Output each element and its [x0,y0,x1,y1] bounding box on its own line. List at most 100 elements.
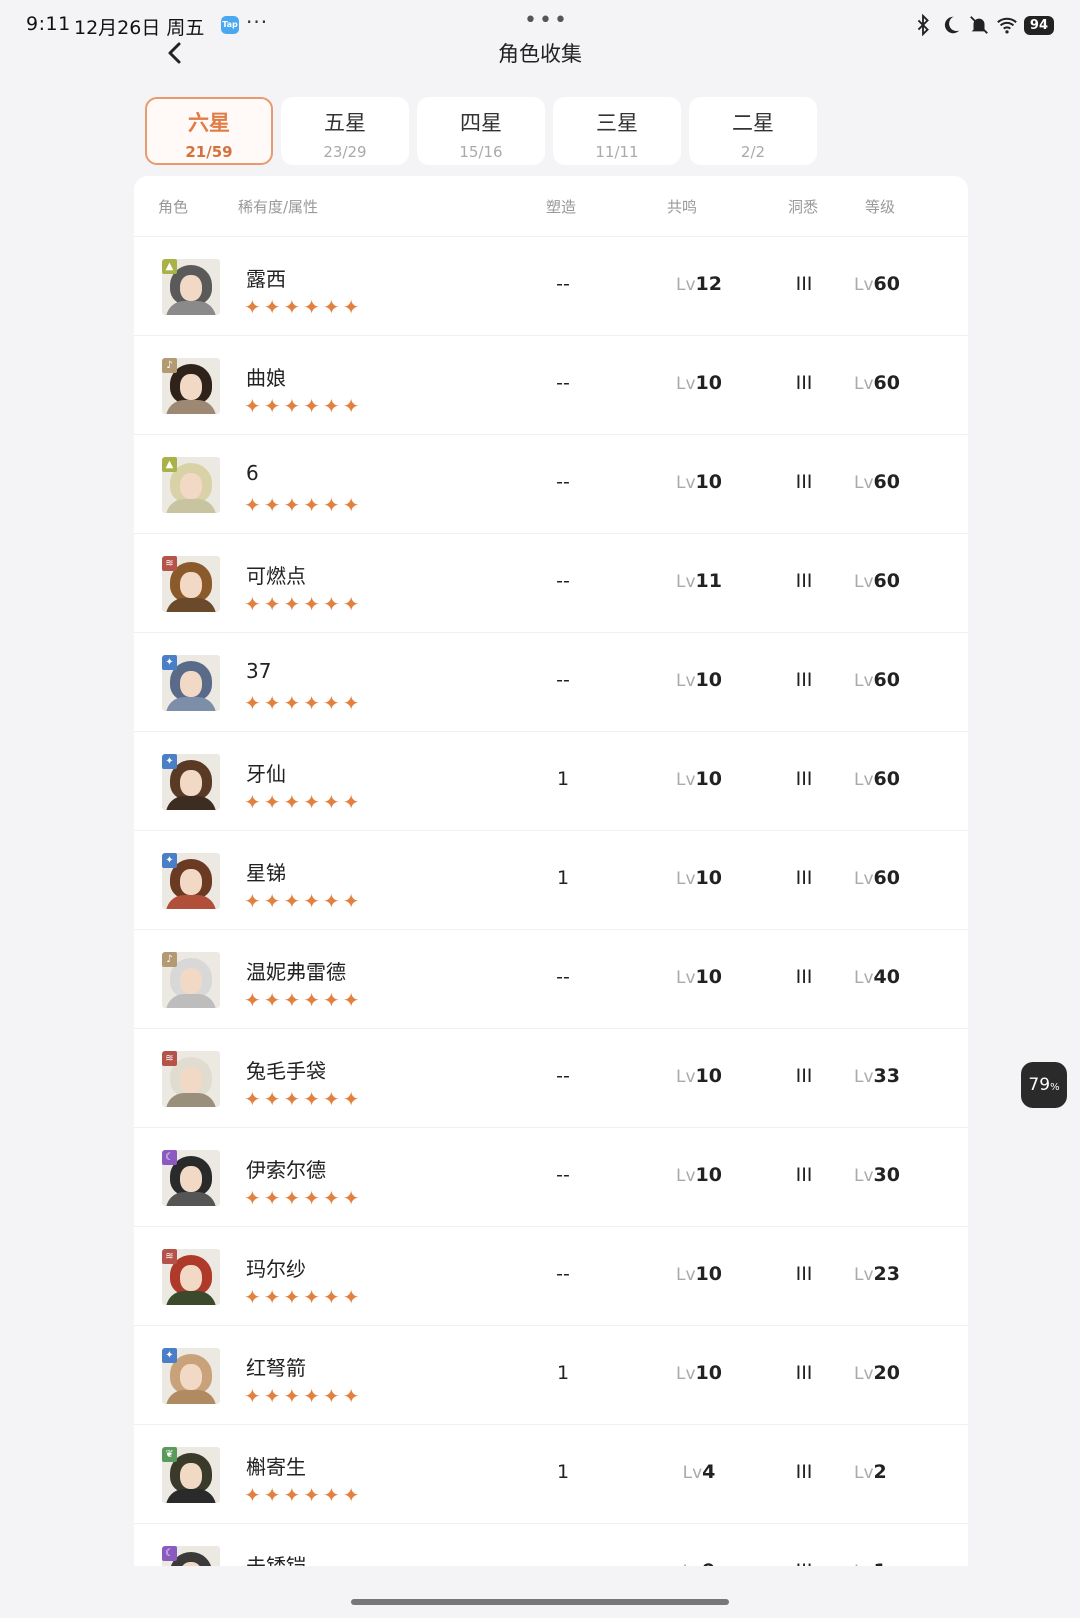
resonance-value: 10 [695,1164,722,1186]
portrait-body [166,697,216,711]
resonance-value: 10 [695,966,722,988]
tab-label: 五星 [324,111,366,135]
level-value: 60 [873,372,900,394]
resonance-value: 10 [695,669,722,691]
portrait-face [180,275,202,301]
lv-prefix: Lv [676,1364,696,1384]
resonance-value: 10 [695,372,722,394]
insight-value: III [769,1560,839,1566]
rarity-stars: ✦✦✦✦✦✦ [244,889,363,913]
lv-prefix: Lv [854,1562,874,1566]
shaping-value: -- [556,471,570,493]
level-value: 40 [873,966,900,988]
portrait-face [180,1067,202,1093]
portrait-face [180,1364,202,1390]
character-portrait: ♪ [162,358,220,414]
resonance-value: 10 [695,867,722,889]
rarity-stars: ✦✦✦✦✦✦ [244,790,363,814]
bluetooth-icon [917,14,929,36]
lv-prefix: Lv [676,374,696,394]
rarity-stars: ✦✦✦✦✦✦ [244,592,363,616]
resonance-level: Lv10 [644,1164,754,1186]
character-row[interactable]: ✦ 红弩箭 ✦✦✦✦✦✦ 1 Lv10 III Lv20 [134,1326,968,1425]
portrait-body [166,598,216,612]
insight-value: III [795,867,813,889]
portrait-body [166,796,216,810]
character-level: Lv2 [854,1461,954,1483]
shaping-value: -- [538,1560,588,1566]
window-menu-icon[interactable]: ••• [524,8,569,33]
resonance-level: Lv10 [644,1263,754,1285]
character-level: Lv60 [854,471,954,493]
portrait-face [180,572,202,598]
rarity-stars: ✦✦✦✦✦✦ [244,394,363,418]
portrait-face [180,374,202,400]
character-row[interactable]: ♪ 温妮弗雷德 ✦✦✦✦✦✦ -- Lv10 III Lv40 [134,930,968,1029]
character-row[interactable]: ≋ 可燃点 ✦✦✦✦✦✦ -- Lv11 III Lv60 [134,534,968,633]
character-row[interactable]: ✦ 37 ✦✦✦✦✦✦ -- Lv10 III Lv60 [134,633,968,732]
moon-icon: ☾ [162,1546,177,1561]
tab-six-star[interactable]: 六星 21/59 [145,97,273,165]
battery-indicator: 94 [1023,15,1054,35]
character-row[interactable]: ▲ 6 ✦✦✦✦✦✦ -- Lv10 III Lv60 [134,435,968,534]
floating-percent-widget[interactable]: 79% [1021,1062,1067,1108]
character-row[interactable]: ☾ 未锈铠 ✦✦✦✦✦✦ -- Lv9 III Lv1 [134,1524,968,1566]
character-name: 温妮弗雷德 [246,960,346,984]
character-name: 37 [246,659,272,683]
character-list[interactable]: 角色 稀有度/属性 塑造 共鸣 洞悉 等级 ▲ 露西 ✦✦✦✦✦✦ -- Lv1… [134,176,968,1566]
resonance-level: Lv10 [644,372,754,394]
lv-prefix: Lv [854,572,874,592]
home-indicator[interactable] [351,1599,729,1605]
character-level: Lv1 [854,1560,954,1566]
portrait-body [166,400,216,414]
tap-app-icon: Tap [221,16,239,34]
character-portrait: ≋ [162,556,220,612]
portrait-body [166,301,216,315]
shaping-value: -- [556,669,570,691]
tab-three-star[interactable]: 三星 11/11 [553,97,681,165]
moon-icon [944,16,960,34]
shaping-value: -- [556,1164,570,1186]
resonance-value: 10 [695,471,722,493]
resonance-level: Lv9 [644,1560,754,1566]
resonance-level: Lv10 [644,966,754,988]
tab-four-star[interactable]: 四星 15/16 [417,97,545,165]
lv-prefix: Lv [854,1265,874,1285]
warning-icon: ▲ [162,259,177,274]
level-value: 33 [873,1065,900,1087]
lv-prefix: Lv [854,374,874,394]
character-row[interactable]: ▲ 露西 ✦✦✦✦✦✦ -- Lv12 III Lv60 [134,237,968,336]
tab-count: 21/59 [185,143,233,161]
list-header: 角色 稀有度/属性 塑造 共鸣 洞悉 等级 [134,176,968,237]
resonance-level: Lv11 [644,570,754,592]
character-row[interactable]: ≋ 兔毛手袋 ✦✦✦✦✦✦ -- Lv10 III Lv33 [134,1029,968,1128]
rarity-stars: ✦✦✦✦✦✦ [244,1087,363,1111]
insight-value: III [795,1164,813,1186]
character-row[interactable]: ❦ 槲寄生 ✦✦✦✦✦✦ 1 Lv4 III Lv2 [134,1425,968,1524]
level-value: 30 [873,1164,900,1186]
character-name: 槲寄生 [246,1455,306,1479]
tab-two-star[interactable]: 二星 2/2 [689,97,817,165]
character-row[interactable]: ✦ 星锑 ✦✦✦✦✦✦ 1 Lv10 III Lv60 [134,831,968,930]
lv-prefix: Lv [676,770,696,790]
character-level: Lv30 [854,1164,954,1186]
status-more-icon: ··· [246,10,269,34]
resonance-level: Lv10 [644,768,754,790]
character-row[interactable]: ♪ 曲娘 ✦✦✦✦✦✦ -- Lv10 III Lv60 [134,336,968,435]
lv-prefix: Lv [676,968,696,988]
level-value: 60 [873,867,900,889]
lv-prefix: Lv [676,869,696,889]
character-portrait: ≋ [162,1051,220,1107]
portrait-body [166,1390,216,1404]
character-name: 玛尔纱 [246,1257,306,1281]
character-portrait: ✦ [162,853,220,909]
resonance-level: Lv10 [644,471,754,493]
character-row[interactable]: ≋ 玛尔纱 ✦✦✦✦✦✦ -- Lv10 III Lv23 [134,1227,968,1326]
lv-prefix: Lv [854,1463,874,1483]
tab-five-star[interactable]: 五星 23/29 [281,97,409,165]
widget-value: 79 [1028,1075,1051,1095]
character-row[interactable]: ☾ 伊索尔德 ✦✦✦✦✦✦ -- Lv10 III Lv30 [134,1128,968,1227]
character-row[interactable]: ✦ 牙仙 ✦✦✦✦✦✦ 1 Lv10 III Lv60 [134,732,968,831]
lv-prefix: Lv [676,1265,696,1285]
rarity-stars: ✦✦✦✦✦✦ [244,1186,363,1210]
